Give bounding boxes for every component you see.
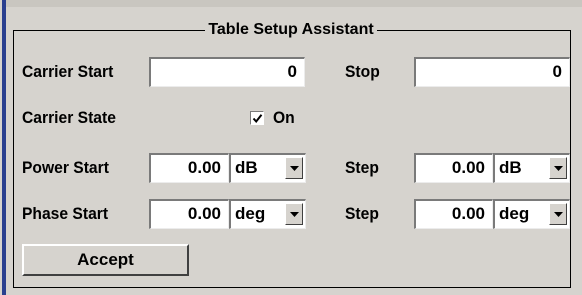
power-step-label: Step xyxy=(345,158,379,177)
power-step-unit-select[interactable]: dB xyxy=(493,153,570,183)
power-start-input[interactable]: 0.00 xyxy=(149,153,229,183)
phase-step-unit-value: deg xyxy=(499,204,530,223)
carrier-stop-input[interactable]: 0 xyxy=(414,57,570,87)
power-step-unit-value: dB xyxy=(499,158,522,177)
phase-step-input[interactable]: 0.00 xyxy=(414,199,493,229)
accept-button[interactable]: Accept xyxy=(22,244,189,276)
phase-start-unit-value: deg xyxy=(235,204,266,223)
chevron-down-icon xyxy=(290,166,299,171)
phase-step-unit-select[interactable]: deg xyxy=(493,199,570,229)
carrier-start-input[interactable]: 0 xyxy=(149,57,305,87)
carrier-stop-label: Stop xyxy=(345,62,380,81)
phase-start-input[interactable]: 0.00 xyxy=(149,199,229,229)
phase-start-label: Phase Start xyxy=(22,204,109,223)
power-start-unit-value: dB xyxy=(235,158,258,177)
phase-start-unit-select[interactable]: deg xyxy=(229,199,306,229)
power-start-unit-select[interactable]: dB xyxy=(229,153,306,183)
checkmark-icon xyxy=(252,114,263,124)
carrier-start-label: Carrier Start xyxy=(22,62,114,81)
phase-step-label: Step xyxy=(345,204,379,223)
panel-title: Table Setup Assistant xyxy=(205,21,377,38)
power-start-label: Power Start xyxy=(22,158,109,177)
table-setup-window: Table Setup Assistant Carrier Start 0 St… xyxy=(0,0,582,295)
chevron-down-icon xyxy=(290,212,299,217)
phase-step-unit-dropdown-button[interactable] xyxy=(549,203,567,225)
power-step-input[interactable]: 0.00 xyxy=(414,153,493,183)
phase-start-unit-dropdown-button[interactable] xyxy=(285,203,303,225)
panel-title-row: Table Setup Assistant xyxy=(0,19,582,39)
top-strip xyxy=(6,0,582,7)
power-start-unit-dropdown-button[interactable] xyxy=(285,157,303,179)
chevron-down-icon xyxy=(554,166,563,171)
carrier-state-checkbox[interactable] xyxy=(250,111,264,125)
power-step-unit-dropdown-button[interactable] xyxy=(549,157,567,179)
left-accent-bar xyxy=(2,0,6,295)
carrier-state-label: Carrier State xyxy=(22,108,116,127)
chevron-down-icon xyxy=(554,212,563,217)
carrier-state-on-label: On xyxy=(273,108,295,127)
